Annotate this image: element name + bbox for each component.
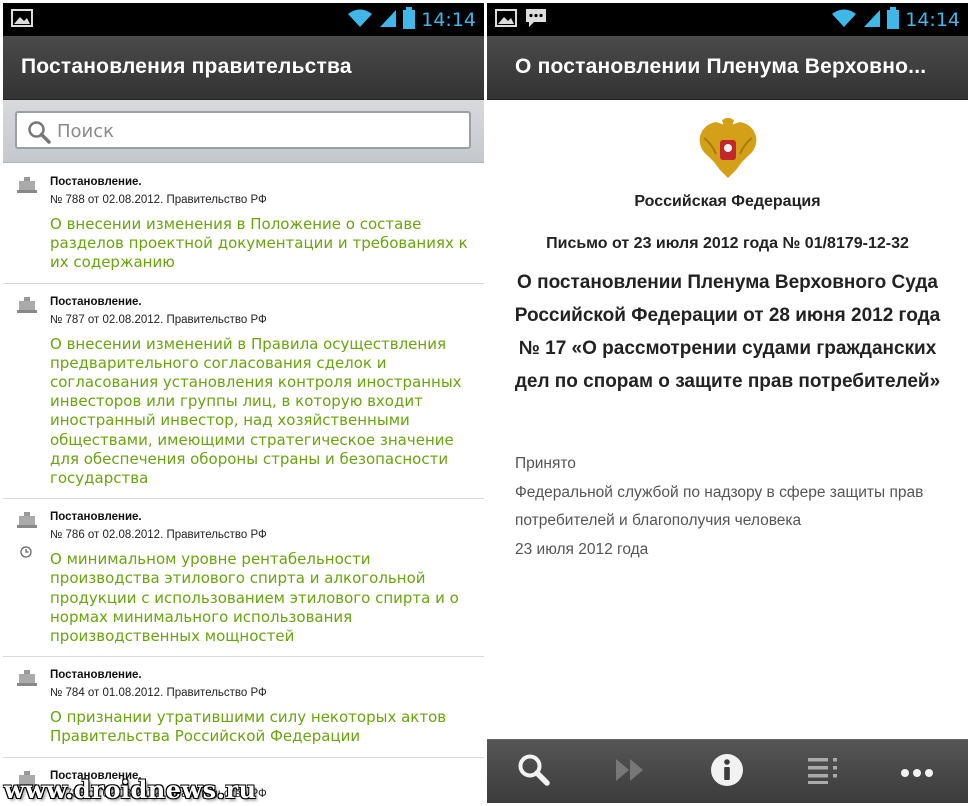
clock-icon [20, 543, 32, 562]
action-bar: О постановлении Пленума Верховно... [487, 36, 968, 100]
action-bar: Постановления правительства [3, 36, 484, 100]
search-bar [3, 100, 484, 163]
forward-icon [614, 757, 646, 787]
accepted-by: Федеральной службой по надзору в сфере з… [515, 483, 924, 530]
item-kind: Постановление. [50, 669, 142, 682]
info-icon [710, 753, 744, 791]
wifi-icon [831, 8, 857, 32]
government-building-icon [17, 177, 37, 197]
country-name: Российская Федерация [634, 193, 821, 210]
search-icon [517, 753, 551, 791]
message-icon [525, 8, 547, 32]
image-icon [495, 8, 517, 32]
right-screen: 14:14 О постановлении Пленума Верховно..… [487, 3, 968, 803]
list-item[interactable]: Постановление. № 787 от 02.08.2012. Прав… [3, 284, 484, 500]
item-kind: Постановление. [50, 295, 142, 308]
more-button[interactable] [897, 754, 937, 790]
list-item[interactable]: Постановление. № 788 от 02.08.2012. Прав… [3, 164, 484, 284]
item-title[interactable]: О внесении изменения в Положение о соста… [50, 215, 470, 273]
document-title: О постановлении Пленума Верховно... [515, 55, 927, 78]
item-title[interactable]: О минимальном уровне рентабельности прои… [50, 550, 470, 646]
letter-reference: Письмо от 23 июля 2012 года № 01/8179-12… [546, 235, 909, 252]
search-icon [27, 120, 51, 148]
status-bar: 14:14 [3, 3, 484, 36]
battery-icon [887, 7, 900, 33]
item-meta: № 787 от 02.08.2012. Правительство РФ [50, 313, 267, 326]
item-meta: № 784 от 01.08.2012. Правительство РФ [50, 687, 267, 700]
item-meta: № 788 от 02.08.2012. Правительство РФ [50, 194, 267, 206]
signal-icon [379, 8, 397, 32]
acceptance-info: Принято Федеральной службой по надзору в… [515, 450, 948, 564]
search-input[interactable] [57, 118, 461, 144]
wifi-icon [347, 8, 373, 32]
battery-icon [403, 7, 416, 33]
item-title[interactable]: О признании утратившими силу некоторых а… [50, 708, 470, 746]
government-building-icon [17, 670, 37, 690]
accepted-date: 23 июля 2012 года [515, 540, 649, 558]
item-title[interactable]: О внесении изменений в Правила осуществл… [50, 335, 470, 489]
signal-icon [863, 8, 881, 32]
document-view: Российская Федерация Письмо от 23 июля 2… [487, 100, 968, 739]
decree-list: Постановление. № 788 от 02.08.2012. Прав… [3, 164, 484, 803]
status-clock: 14:14 [905, 9, 960, 31]
info-button[interactable] [707, 754, 747, 790]
search-box[interactable] [15, 111, 471, 149]
coat-of-arms-icon [694, 117, 762, 186]
list-item[interactable]: Постановление. № 786 от 02.08.2012. Прав… [3, 499, 484, 658]
item-kind: Постановление. [50, 176, 142, 188]
item-kind: Постановление. [50, 511, 142, 524]
accepted-label: Принято [515, 455, 576, 472]
page-title: Постановления правительства [21, 55, 352, 78]
document-heading: О постановлении Пленума Верховного Суда … [514, 272, 941, 392]
status-bar: 14:14 [487, 3, 968, 36]
search-button[interactable] [514, 754, 554, 790]
image-icon [11, 8, 33, 32]
left-screen: 14:14 Постановления правительства Постан… [3, 3, 484, 803]
bottom-toolbar [487, 739, 968, 803]
status-clock: 14:14 [421, 9, 476, 31]
list-item[interactable]: Постановление. № 784 от 01.08.2012. Прав… [3, 657, 484, 758]
forward-button[interactable] [610, 754, 650, 790]
government-building-icon [17, 512, 37, 532]
more-icon [900, 763, 934, 782]
list-button[interactable] [803, 754, 843, 790]
watermark: www.droidnews.ru [4, 775, 257, 804]
item-meta: № 786 от 02.08.2012. Правительство РФ [50, 529, 267, 542]
list-icon [806, 755, 840, 789]
government-building-icon [17, 296, 37, 317]
